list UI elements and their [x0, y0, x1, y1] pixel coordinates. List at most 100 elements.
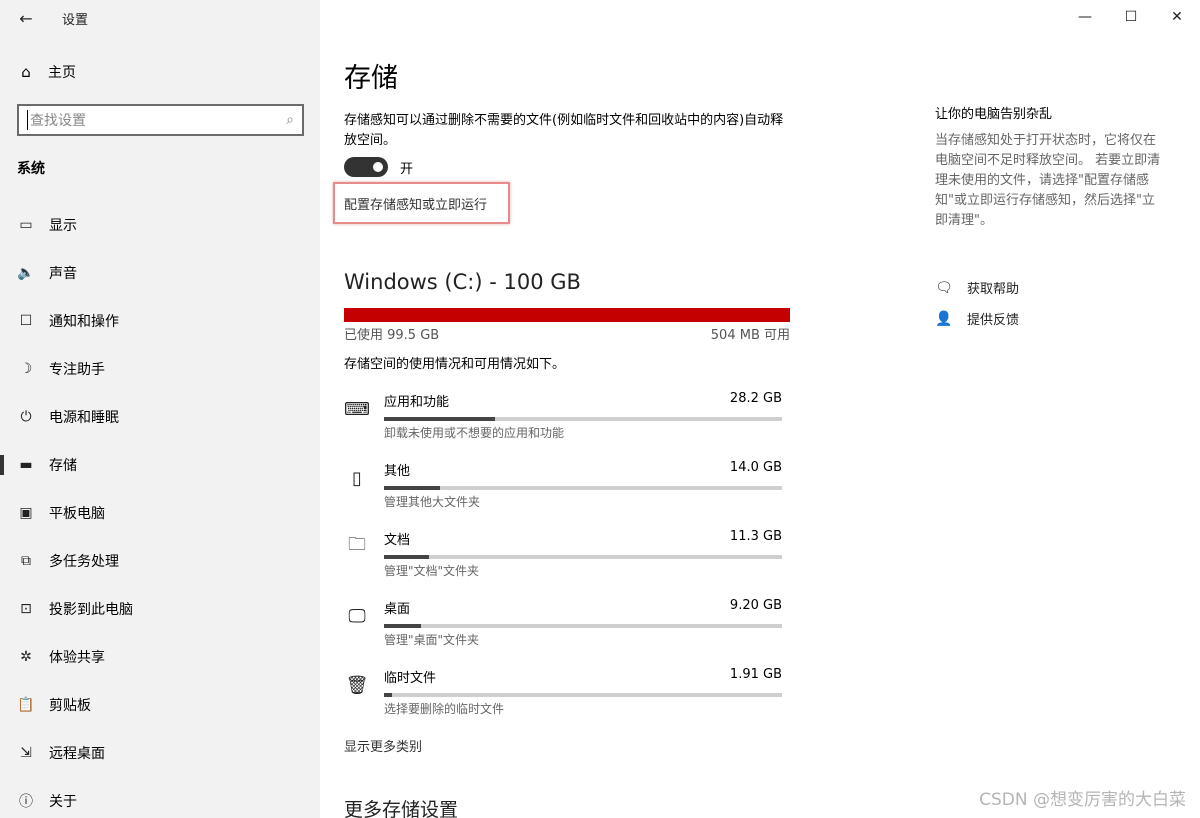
usage-description: 存储空间的使用情况和可用情况如下。	[344, 357, 566, 372]
help-chat-icon: 🗨	[935, 279, 953, 296]
share-icon: ✲	[20, 649, 32, 665]
get-help-link[interactable]: 🗨 获取帮助	[935, 278, 1020, 298]
sidebar-item-11[interactable]: ⇲ 远程桌面	[0, 729, 320, 777]
sidebar-item-0[interactable]: ▭ 显示	[0, 201, 320, 249]
category-usage-track	[384, 555, 782, 559]
sound-icon: 🔈	[17, 265, 35, 281]
sidebar-item-label: 体验共享	[49, 650, 105, 666]
app-title: 设置	[62, 13, 89, 28]
category-usage-fill	[384, 417, 496, 421]
category-size: 1.91 GB	[729, 667, 782, 682]
sidebar-item-2[interactable]: ☐ 通知和操作	[0, 297, 320, 345]
category-name: 桌面	[384, 602, 411, 617]
category-usage-fill	[384, 693, 392, 697]
category-description: 管理"桌面"文件夹	[384, 633, 480, 647]
sidebar-item-label: 显示	[49, 218, 77, 234]
home-label: 主页	[48, 65, 76, 81]
category-usage-track	[384, 486, 782, 490]
storage-icon: ▬	[19, 457, 33, 473]
storage-sense-description: 存储感知可以通过删除不需要的文件(例如临时文件和回收站中的内容)自动释放空间。	[344, 113, 784, 148]
storage-category[interactable]: ▯ 其他 14.0 GB 管理其他大文件夹	[344, 459, 784, 528]
sidebar-item-8[interactable]: ⊡ 投影到此电脑	[0, 585, 320, 633]
close-icon[interactable]: ✕	[1154, 0, 1200, 34]
sidebar-item-label: 多任务处理	[49, 554, 119, 570]
storage-category[interactable]: 🖵 桌面 9.20 GB 管理"桌面"文件夹	[344, 597, 784, 666]
sidebar-item-label: 存储	[49, 458, 77, 474]
category-name: 临时文件	[384, 671, 437, 686]
sidebar-item-label: 平板电脑	[49, 506, 105, 522]
sidebar: ← 设置 ⌂ 主页 查找设置 ⌕ 系统 ▭ 显示 🔈 声音 ☐ 通知和操作 ☽ 专注助手 ⏻ 电源…	[0, 0, 320, 818]
category-usage-fill	[384, 486, 440, 490]
tablet-icon: ▣	[19, 505, 33, 521]
info-icon: ⓘ	[19, 794, 33, 810]
sidebar-item-4[interactable]: ⏻ 电源和睡眠	[0, 393, 320, 441]
clipboard-icon: 📋	[17, 697, 35, 713]
sidebar-item-3[interactable]: ☽ 专注助手	[0, 345, 320, 393]
category-usage-track	[384, 693, 782, 697]
home-nav-item[interactable]: ⌂ 主页	[16, 62, 76, 82]
storage-category[interactable]: ⌨ 应用和功能 28.2 GB 卸载未使用或不想要的应用和功能	[344, 390, 784, 459]
multitask-icon: ⧉	[21, 553, 31, 569]
right-panel-description: 当存储感知处于打开状态时，它将仅在电脑空间不足时释放空间。 若要立即清理未使用的…	[935, 133, 1161, 228]
desktop-monitor-icon: 🖵	[348, 605, 366, 627]
sidebar-item-5[interactable]: ▬ 存储	[0, 441, 320, 489]
notification-icon: ☐	[19, 313, 33, 329]
other-files-icon: ▯	[352, 467, 362, 489]
sidebar-item-label: 电源和睡眠	[49, 410, 119, 426]
category-size: 11.3 GB	[729, 529, 782, 544]
section-heading: 系统	[17, 161, 45, 177]
window-controls: — ☐ ✕	[1062, 0, 1200, 34]
sidebar-item-label: 通知和操作	[49, 314, 119, 330]
feedback-icon: 👤	[935, 310, 953, 327]
configure-storage-sense-link[interactable]: 配置存储感知或立即运行	[344, 194, 487, 213]
category-size: 9.20 GB	[729, 598, 782, 613]
sidebar-item-9[interactable]: ✲ 体验共享	[0, 633, 320, 681]
category-usage-track	[384, 624, 782, 628]
more-storage-settings-heading: 更多存储设置	[344, 799, 459, 818]
category-name: 其他	[384, 464, 411, 479]
sidebar-item-label: 专注助手	[49, 362, 105, 378]
storage-sense-toggle[interactable]: 开	[344, 157, 413, 177]
give-feedback-link[interactable]: 👤 提供反馈	[935, 309, 1019, 329]
maximize-icon[interactable]: ☐	[1108, 0, 1154, 34]
get-help-label: 获取帮助	[967, 282, 1020, 297]
trash-icon: 🗑	[345, 674, 369, 696]
drive-usage-bar	[344, 308, 790, 322]
remote-desktop-icon: ⇲	[20, 745, 32, 761]
project-icon: ⊡	[20, 601, 32, 617]
sidebar-item-6[interactable]: ▣ 平板电脑	[0, 489, 320, 537]
category-name: 应用和功能	[384, 395, 450, 410]
sidebar-item-10[interactable]: 📋 剪贴板	[0, 681, 320, 729]
toggle-label: 开	[400, 161, 414, 177]
sidebar-item-label: 投影到此电脑	[49, 602, 133, 618]
right-panel-title: 让你的电脑告别杂乱	[935, 107, 1053, 122]
sidebar-item-7[interactable]: ⧉ 多任务处理	[0, 537, 320, 585]
category-description: 管理其他大文件夹	[384, 495, 481, 509]
search-input[interactable]: 查找设置	[27, 110, 286, 130]
sidebar-item-label: 关于	[49, 794, 77, 810]
documents-folder-icon: 🗀	[348, 534, 366, 555]
sidebar-item-label: 剪贴板	[49, 698, 91, 714]
category-name: 文档	[384, 533, 411, 548]
search-box[interactable]: 查找设置 ⌕	[17, 104, 304, 136]
category-description: 选择要删除的临时文件	[384, 702, 505, 716]
storage-category[interactable]: 🗑 临时文件 1.91 GB 选择要删除的临时文件	[344, 666, 784, 735]
power-icon: ⏻	[20, 409, 32, 425]
toggle-switch[interactable]	[344, 157, 388, 177]
search-icon[interactable]: ⌕	[286, 112, 294, 128]
category-size: 28.2 GB	[729, 391, 782, 406]
sidebar-nav: ▭ 显示 🔈 声音 ☐ 通知和操作 ☽ 专注助手 ⏻ 电源和睡眠 ▬ 存储 ▣ 平板电脑 ⧉ 多任务处理 ⊡ 投影…	[0, 201, 320, 818]
sidebar-item-label: 远程桌面	[49, 746, 105, 762]
watermark: CSDN @想变厉害的大白菜	[979, 790, 1186, 810]
category-size: 14.0 GB	[729, 460, 782, 475]
back-arrow-icon[interactable]: ←	[14, 6, 38, 30]
sidebar-item-1[interactable]: 🔈 声音	[0, 249, 320, 297]
minimize-icon[interactable]: —	[1062, 0, 1108, 34]
drive-title: Windows (C:) - 100 GB	[344, 270, 581, 294]
category-description: 管理"文档"文件夹	[384, 564, 480, 578]
sidebar-item-12[interactable]: ⓘ 关于	[0, 777, 320, 818]
sidebar-item-label: 声音	[49, 266, 77, 282]
show-more-categories-link[interactable]: 显示更多类别	[344, 736, 422, 755]
category-usage-track	[384, 417, 782, 421]
storage-category[interactable]: 🗀 文档 11.3 GB 管理"文档"文件夹	[344, 528, 784, 597]
